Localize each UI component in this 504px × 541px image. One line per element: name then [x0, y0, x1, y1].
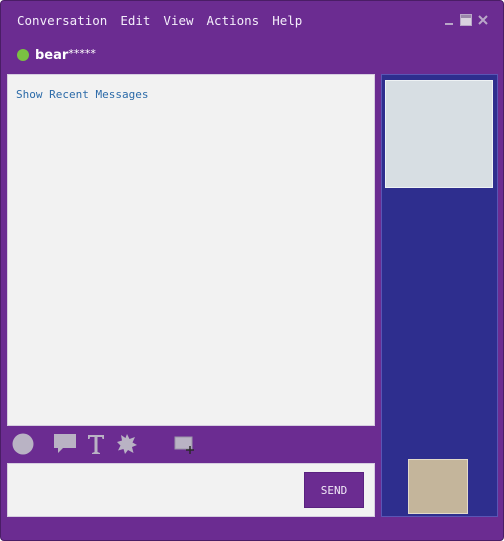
- close-icon[interactable]: [477, 14, 489, 26]
- menu-conversation[interactable]: Conversation: [17, 11, 107, 31]
- composer-toolbar: [7, 430, 375, 458]
- emoticon-icon[interactable]: [11, 430, 35, 458]
- contact-name-text: bear: [35, 48, 69, 63]
- minimize-icon[interactable]: [443, 14, 455, 26]
- menu-edit[interactable]: Edit: [120, 11, 150, 31]
- speech-bubble-icon[interactable]: [52, 430, 78, 458]
- message-composer: SEND: [7, 463, 375, 517]
- maximize-icon[interactable]: [460, 14, 472, 26]
- send-button[interactable]: SEND: [304, 472, 364, 508]
- conversation-history[interactable]: Show Recent Messages: [7, 74, 375, 426]
- contact-name-masked: *****: [68, 47, 96, 60]
- chat-window: Conversation Edit View Actions Help bear…: [0, 0, 504, 541]
- display-picture-panel: [381, 74, 498, 517]
- menu-bar: Conversation Edit View Actions Help: [17, 11, 302, 31]
- contact-header: bear*****: [17, 46, 96, 64]
- own-display-picture[interactable]: [408, 459, 468, 514]
- font-icon[interactable]: [86, 430, 106, 458]
- send-file-icon[interactable]: [173, 430, 199, 458]
- contact-name: bear*****: [35, 47, 96, 63]
- nudge-icon[interactable]: [116, 430, 138, 458]
- message-input[interactable]: [14, 470, 298, 512]
- window-controls: [443, 14, 489, 26]
- status-online-icon: [17, 49, 29, 61]
- menu-help[interactable]: Help: [272, 11, 302, 31]
- menu-actions[interactable]: Actions: [207, 11, 260, 31]
- show-recent-messages-link[interactable]: Show Recent Messages: [16, 88, 148, 101]
- menu-view[interactable]: View: [163, 11, 193, 31]
- contact-display-picture[interactable]: [385, 80, 493, 188]
